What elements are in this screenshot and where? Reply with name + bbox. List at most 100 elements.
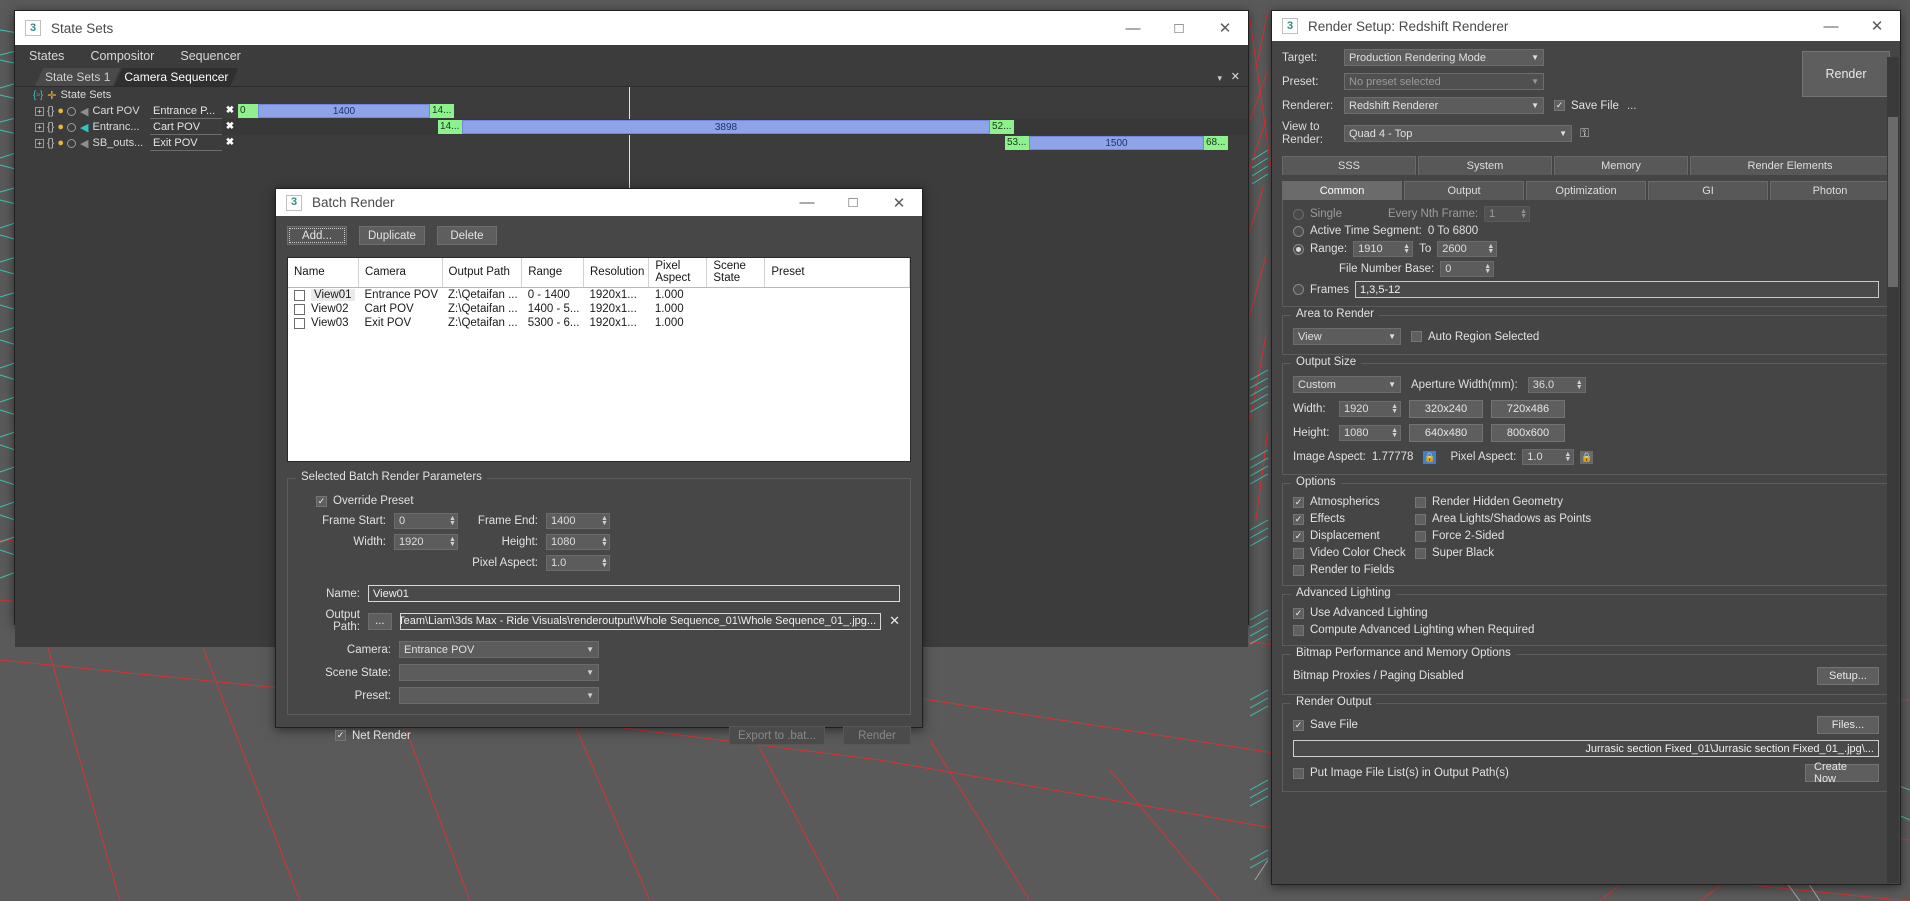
option-atmospherics[interactable]: ✓ Atmospherics xyxy=(1293,496,1415,508)
row-checkbox[interactable] xyxy=(294,303,305,315)
clip-end-handle[interactable]: 14... xyxy=(430,104,454,118)
minimize-button[interactable]: — xyxy=(784,189,830,216)
tab-state-sets-1[interactable]: State Sets 1 xyxy=(35,68,120,86)
file-number-base-field[interactable]: 0 ▲ ▼ xyxy=(1440,261,1495,277)
track-camera-label[interactable]: Cart POV xyxy=(150,119,222,135)
tree-item-entrance[interactable]: + {} ● ◀ Entranc... xyxy=(15,119,150,135)
tab-camera-sequencer[interactable]: Camera Sequencer xyxy=(114,68,238,86)
spinner-icon[interactable]: ▲ ▼ xyxy=(1387,403,1398,415)
use-advanced-lighting-checkbox[interactable]: ✓ xyxy=(1293,607,1304,619)
cell-name[interactable]: View03 xyxy=(288,316,359,330)
track-row-entrance[interactable]: Entrance P... ✖ 0 1400 14... xyxy=(150,103,1248,119)
view-to-render-select[interactable]: Quad 4 - Top ▼ xyxy=(1344,125,1572,142)
save-file-checkbox[interactable]: ✓ xyxy=(1293,719,1304,731)
video-color-check-checkbox[interactable]: ✓ xyxy=(1293,547,1304,559)
force-2-sided-checkbox[interactable]: ✓ xyxy=(1415,530,1426,542)
row-checkbox[interactable] xyxy=(294,317,305,329)
track-remove-icon[interactable]: ✖ xyxy=(223,103,237,119)
tree-item-cart-pov[interactable]: + {} ● ◀ Cart POV xyxy=(15,103,150,119)
render-button[interactable]: Render xyxy=(843,726,911,745)
menu-states[interactable]: States xyxy=(29,49,64,63)
expand-icon[interactable]: + xyxy=(35,122,44,132)
width-field[interactable]: 1920 ▲ ▼ xyxy=(1339,401,1401,417)
spinner-icon[interactable]: ▲ ▼ xyxy=(445,515,456,527)
render-setup-scrollbar[interactable] xyxy=(1887,57,1899,883)
pixel-aspect-field[interactable]: 1.0 ▲ ▼ xyxy=(546,555,610,571)
save-file-ellipsis-button[interactable]: ... xyxy=(1627,100,1637,112)
option-super-black[interactable]: ✓ Super Black xyxy=(1415,547,1879,559)
track-row-cart[interactable]: Cart POV ✖ 14... 3898 52... xyxy=(150,119,1248,135)
spinner-icon[interactable]: ▲ ▼ xyxy=(1399,243,1410,255)
width-field[interactable]: 1920 ▲ ▼ xyxy=(394,534,458,550)
option-render-hidden-geometry[interactable]: ✓ Render Hidden Geometry xyxy=(1415,496,1879,508)
clip-start-handle[interactable]: 14... xyxy=(438,120,462,134)
minimize-button[interactable]: — xyxy=(1808,11,1854,41)
row-checkbox[interactable] xyxy=(294,289,305,301)
clip-start-handle[interactable]: 53... xyxy=(1005,136,1029,150)
maximize-button[interactable]: □ xyxy=(1156,11,1202,45)
put-image-file-list-checkbox[interactable]: ✓ xyxy=(1293,767,1304,779)
preset-720x486-button[interactable]: 720x486 xyxy=(1491,400,1565,418)
preset-320x240-button[interactable]: 320x240 xyxy=(1409,400,1483,418)
spinner-icon[interactable]: ▲ ▼ xyxy=(1387,427,1398,439)
every-nth-field[interactable]: 1 ▲ ▼ xyxy=(1484,206,1531,222)
area-lights-checkbox[interactable]: ✓ xyxy=(1415,513,1426,525)
preset-select[interactable]: No preset selected ▼ xyxy=(1344,73,1544,90)
track-camera-label[interactable]: Entrance P... xyxy=(150,103,222,119)
net-render-row[interactable]: ✓ Net Render xyxy=(335,730,411,742)
spinner-icon[interactable]: ▲ ▼ xyxy=(597,536,608,548)
expand-icon[interactable]: + xyxy=(35,106,44,116)
column-header-scene-state[interactable]: Scene State xyxy=(706,258,766,288)
render-output-save-file-row[interactable]: ✓ Save File xyxy=(1293,719,1358,731)
clip-body[interactable]: 3898 xyxy=(462,120,990,134)
clip-body[interactable]: 1500 xyxy=(1029,136,1204,150)
record-circle-icon[interactable] xyxy=(67,106,77,116)
close-button[interactable]: ✕ xyxy=(1854,11,1900,41)
area-to-render-select[interactable]: View ▼ xyxy=(1293,328,1401,345)
aperture-field[interactable]: 36.0 ▲ ▼ xyxy=(1527,376,1586,393)
menu-compositor[interactable]: Compositor xyxy=(90,49,154,63)
height-field[interactable]: 1080 ▲ ▼ xyxy=(546,534,610,550)
delete-button[interactable]: Delete xyxy=(436,226,497,245)
track-camera-label[interactable]: Exit POV xyxy=(150,135,222,151)
files-button[interactable]: Files... xyxy=(1817,716,1879,734)
lock-icon[interactable]: ⚿ xyxy=(1580,126,1589,141)
table-row[interactable]: View02 Cart POV Z:\Qetaifan ... 1400 - 5… xyxy=(288,302,910,316)
tab-memory[interactable]: Memory xyxy=(1554,156,1688,175)
tree-root-state-sets[interactable]: {▫} ✛ State Sets xyxy=(15,87,150,103)
use-advanced-lighting-row[interactable]: ✓ Use Advanced Lighting xyxy=(1293,607,1879,619)
compute-advanced-lighting-checkbox[interactable]: ✓ xyxy=(1293,624,1304,636)
range-radio[interactable] xyxy=(1293,243,1304,255)
renderer-select[interactable]: Redshift Renderer ▼ xyxy=(1344,97,1544,114)
track-remove-icon[interactable]: ✖ xyxy=(223,135,237,151)
atmospherics-checkbox[interactable]: ✓ xyxy=(1293,496,1304,508)
cell-name[interactable]: View01 xyxy=(288,288,359,303)
effects-checkbox[interactable]: ✓ xyxy=(1293,513,1304,525)
option-area-lights-shadows[interactable]: ✓ Area Lights/Shadows as Points xyxy=(1415,513,1879,525)
auto-region-checkbox[interactable]: ✓ xyxy=(1411,331,1422,342)
tab-photon[interactable]: Photon xyxy=(1770,181,1890,200)
frames-input[interactable]: 1,3,5-12 xyxy=(1354,281,1879,298)
scene-state-select[interactable]: ▼ xyxy=(399,664,599,681)
render-hidden-geometry-checkbox[interactable]: ✓ xyxy=(1415,496,1426,508)
tab-common[interactable]: Common xyxy=(1282,181,1402,200)
override-preset-checkbox[interactable]: ✓ xyxy=(316,495,327,507)
record-circle-icon[interactable] xyxy=(67,122,77,132)
target-select[interactable]: Production Rendering Mode ▼ xyxy=(1344,49,1544,66)
lock-image-aspect-icon[interactable]: 🔒 xyxy=(1423,450,1437,464)
spinner-icon[interactable]: ▲ ▼ xyxy=(1516,208,1527,220)
track-row-exit[interactable]: Exit POV ✖ 53... 1500 68... xyxy=(150,135,1248,151)
cell-name[interactable]: View02 xyxy=(288,302,359,316)
displacement-checkbox[interactable]: ✓ xyxy=(1293,530,1304,542)
column-header-range[interactable]: Range xyxy=(521,258,584,288)
close-button[interactable]: ✕ xyxy=(876,189,922,216)
spinner-icon[interactable]: ▲ ▼ xyxy=(597,557,608,569)
column-header-output-path[interactable]: Output Path xyxy=(442,258,523,288)
scrollbar-thumb[interactable] xyxy=(1888,117,1898,287)
frames-radio[interactable] xyxy=(1293,284,1304,295)
tree-item-sb-outs[interactable]: + {} ● ◀ SB_outs... xyxy=(15,135,150,151)
option-video-color-check[interactable]: ✓ Video Color Check xyxy=(1293,547,1415,559)
net-render-checkbox[interactable]: ✓ xyxy=(335,730,346,741)
minimize-button[interactable]: — xyxy=(1110,11,1156,45)
save-file-top-row[interactable]: ✓ Save File xyxy=(1554,100,1619,112)
